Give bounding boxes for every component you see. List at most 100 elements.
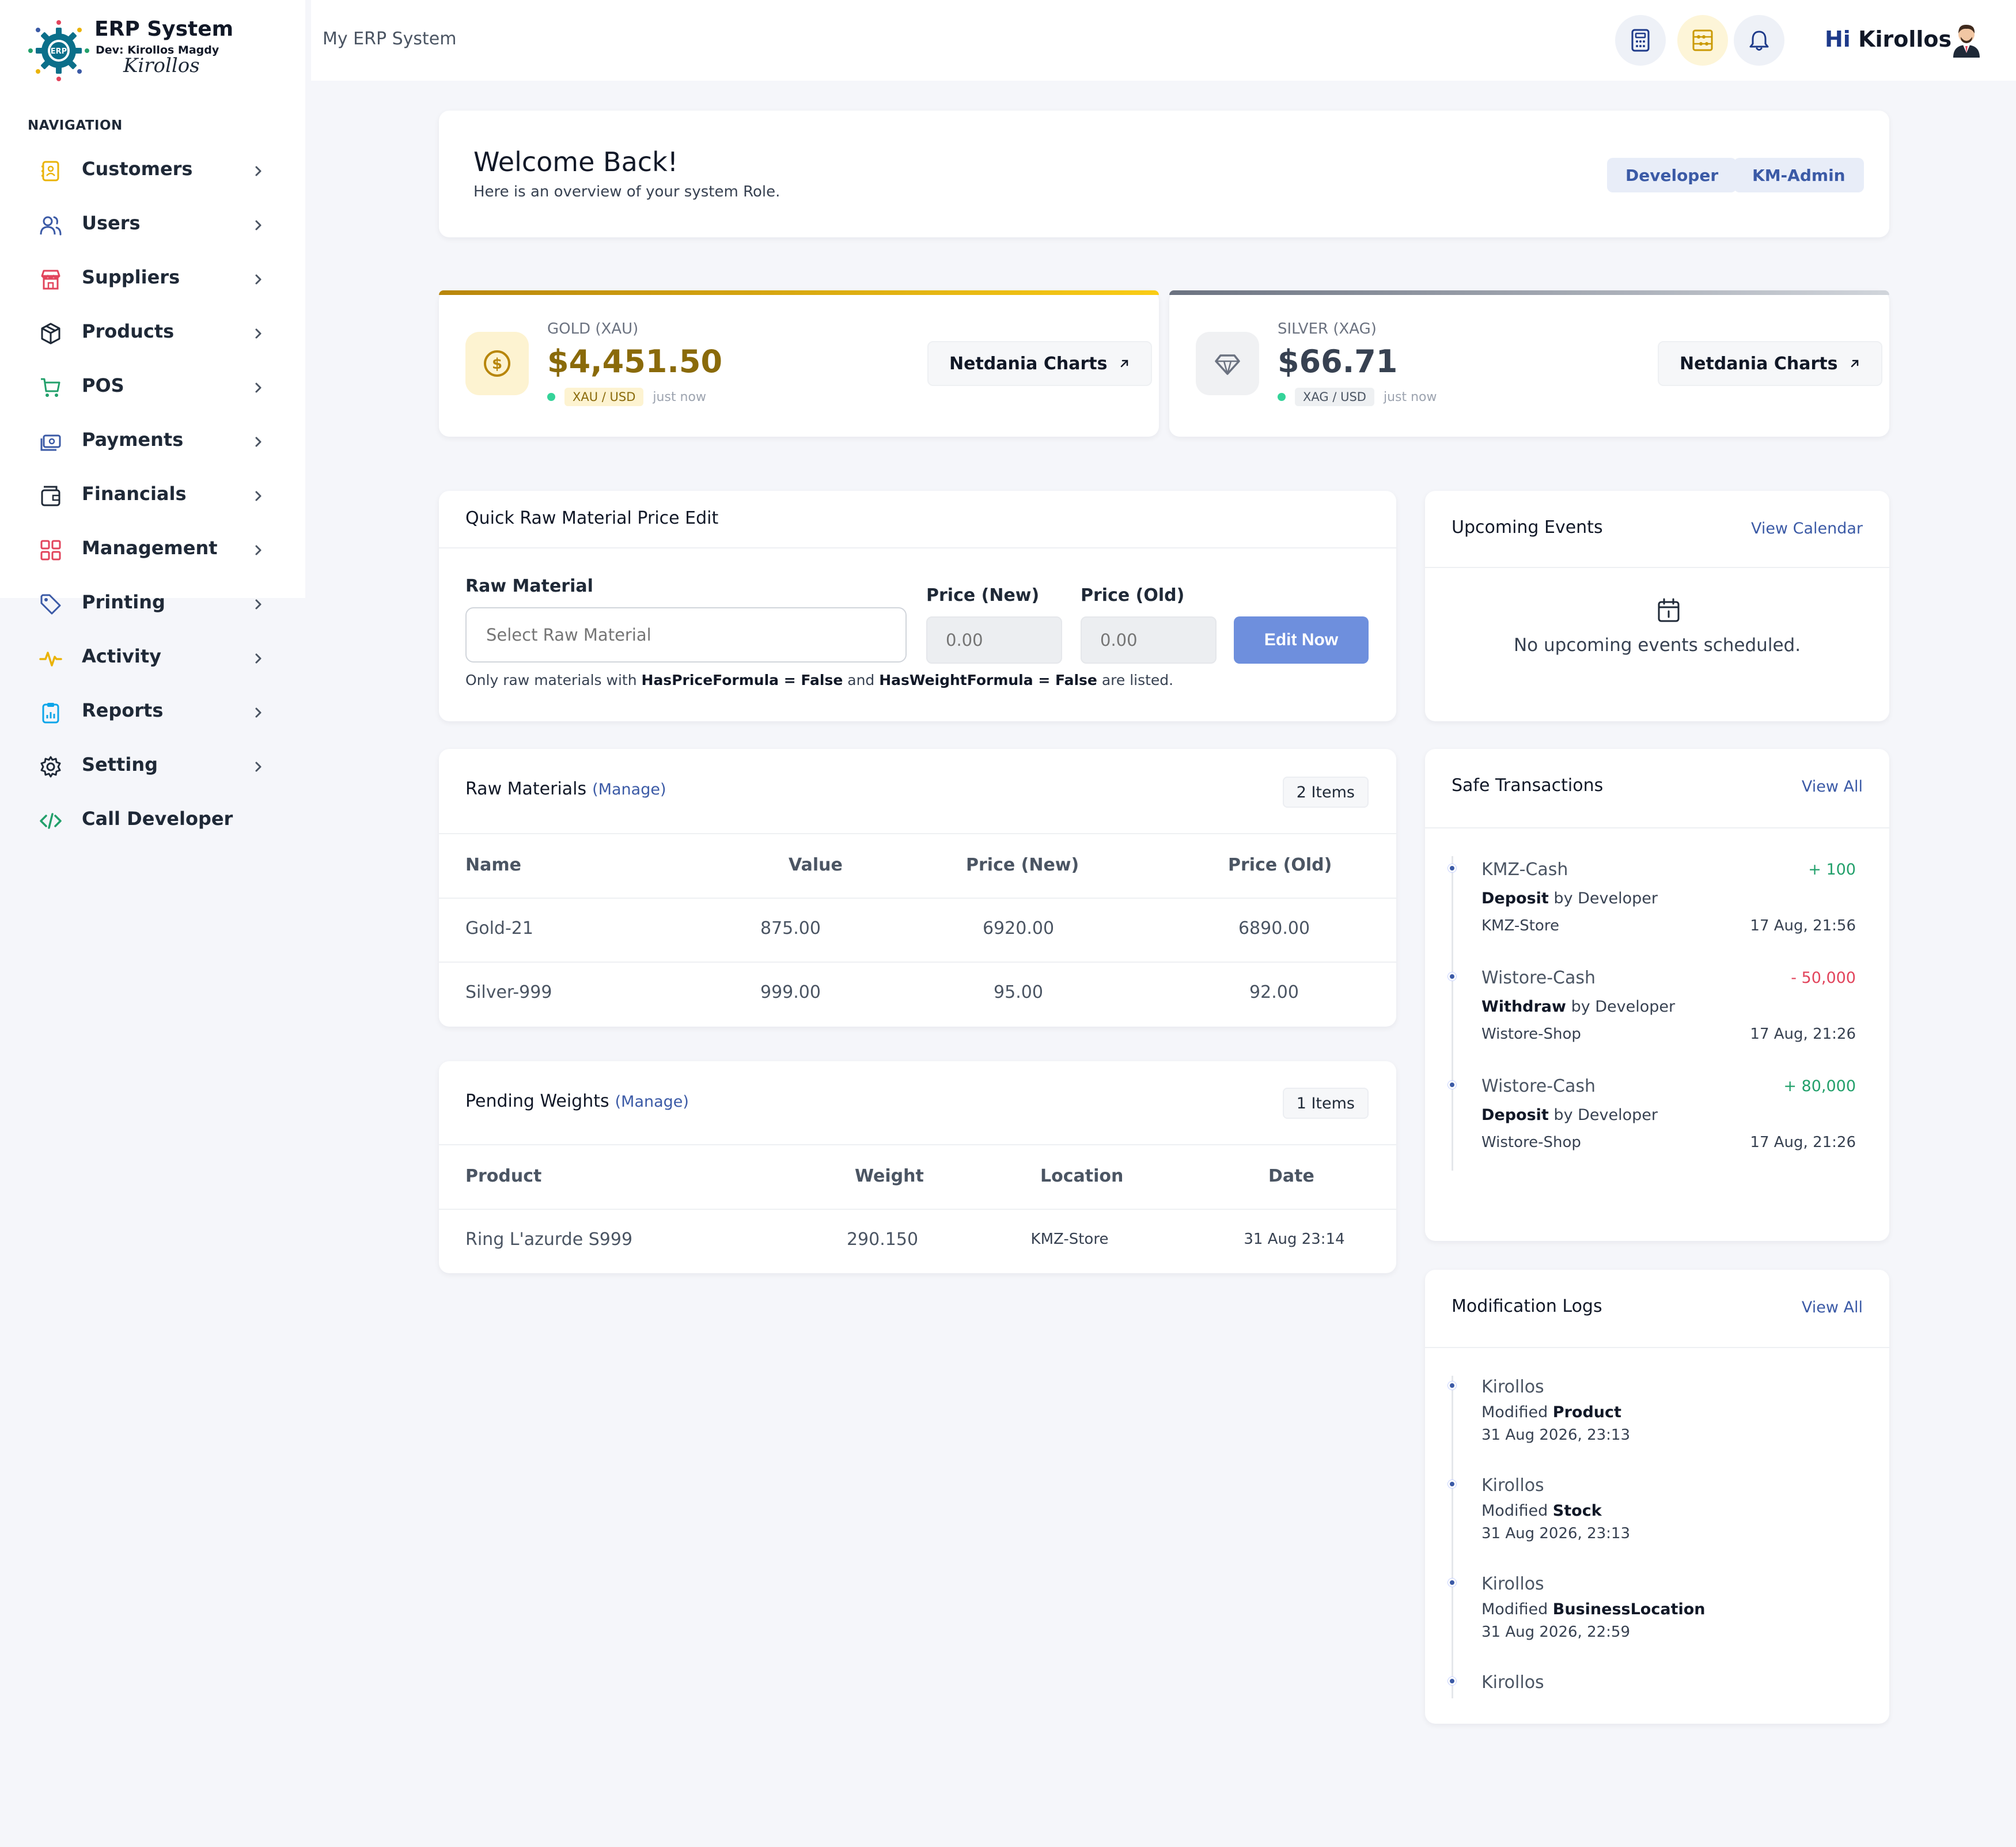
chevron-right-icon [255,545,262,555]
gold-updated: just now [653,389,706,404]
raw-materials-manage-link[interactable]: (Manage) [592,781,666,798]
silver-updated: just now [1383,389,1437,404]
chevron-right-icon [255,707,262,718]
note-text-2: and [843,672,880,688]
calculator-button[interactable] [1615,15,1666,66]
sidebar-item-label: Activity [82,645,161,667]
safe-transactions-view-all[interactable]: View All [1802,778,1863,796]
sidebar-item-label: POS [82,374,124,396]
transaction-action: Deposit by Developer [1481,1106,1658,1124]
transaction-date: 17 Aug, 21:26 [1750,1134,1856,1151]
sidebar-item-financials[interactable]: Financials [0,469,305,523]
raw-material-select[interactable] [465,607,907,663]
sidebar-item-payments[interactable]: Payments [0,415,305,469]
user-avatar[interactable] [1950,21,1983,58]
log-entity: Stock [1552,1502,1602,1520]
sidebar-item-users[interactable]: Users [0,198,305,252]
safe-transactions-title: Safe Transactions [1452,775,1604,796]
raw-materials-header: Raw Materials (Manage) 2 Items [439,749,1396,834]
silver-accent-bar [1169,290,1889,295]
sidebar-item-pos[interactable]: POS [0,361,305,415]
raw-materials-count: 2 Items [1282,777,1369,808]
table-row[interactable]: Gold-21 875.00 6920.00 6890.00 [439,899,1396,963]
sidebar-item-customers[interactable]: Customers [0,144,305,198]
log-action: Modified Stock [1481,1502,1602,1520]
raw-materials-title-text: Raw Materials [465,779,587,799]
cell-value: 875.00 [760,918,821,938]
events-empty-message: No upcoming events scheduled. [1513,635,1801,656]
silver-netdania-charts-button[interactable]: Netdania Charts [1658,341,1883,386]
table-row[interactable]: Silver-999 999.00 95.00 92.00 [439,963,1396,1027]
gold-meta: XAU / USD just now [547,387,706,407]
price-new-input[interactable] [926,616,1062,664]
col-value: Value [789,855,843,875]
sidebar-item-reports[interactable]: Reports [0,686,305,740]
chevron-right-icon [255,653,262,664]
sidebar-item-setting[interactable]: Setting [0,740,305,794]
user-greeting[interactable]: Hi Kirollos [1825,27,1951,52]
log-user: Kirollos [1481,1574,1544,1594]
timeline-dot [1448,1480,1456,1488]
note-bold-1: HasPriceFormula = False [641,672,843,688]
sidebar-item-label: Management [82,537,218,559]
notifications-button[interactable] [1734,15,1784,66]
sidebar-item-management[interactable]: Management [0,523,305,577]
view-calendar-link[interactable]: View Calendar [1751,520,1863,538]
quick-edit-title: Quick Raw Material Price Edit [465,508,719,528]
greeting-hi: Hi [1825,27,1851,52]
bell-icon [1749,31,1769,51]
sidebar-item-label: Products [82,320,175,342]
gold-icon-box: $ [465,332,529,395]
log-user: Kirollos [1481,1475,1544,1496]
gold-netdania-charts-button[interactable]: Netdania Charts [927,341,1153,386]
edit-now-button[interactable]: Edit Now [1234,616,1369,664]
transaction-amount: + 100 [1808,861,1856,879]
abacus-button[interactable] [1677,15,1728,66]
sidebar-item-call-developer[interactable]: Call Developer [0,794,305,848]
col-product: Product [465,1166,542,1186]
timeline-dot [1448,864,1456,872]
gear-icon [40,756,61,778]
log-entity: Product [1552,1403,1621,1421]
transaction-by: by Developer [1566,998,1676,1016]
wallet-icon [41,486,60,506]
log-action-verb: Modified [1481,1502,1553,1520]
cell-location: KMZ-Store [1030,1231,1109,1248]
col-price-new: Price (New) [966,855,1079,875]
sidebar-item-activity[interactable]: Activity [0,631,305,686]
breadcrumb[interactable]: My ERP System [323,29,456,49]
role-badge-km-admin: KM-Admin [1734,158,1864,192]
sidebar: ERP ERP System Dev: Kirollos Magdy Kirol… [0,0,305,830]
cash-icon [40,434,61,451]
price-old-input[interactable] [1081,616,1217,664]
gold-price: $4,451.50 [547,343,723,380]
pending-weights-manage-link[interactable]: (Manage) [615,1093,689,1111]
transaction-safe: Wistore-Cash [1481,968,1596,988]
sidebar-item-printing[interactable]: Printing [0,577,305,631]
safe-transactions-header: Safe Transactions View All [1425,749,1889,828]
sidebar-item-label: Customers [82,158,193,180]
grid-icon [40,540,61,561]
sidebar-item-suppliers[interactable]: Suppliers [0,252,305,306]
table-row[interactable]: Ring L'azurde S999 290.150 KMZ-Store 31 … [439,1210,1396,1273]
modification-logs-view-all[interactable]: View All [1802,1299,1863,1316]
role-badge-developer: Developer [1607,158,1737,192]
col-weight: Weight [855,1166,924,1186]
contacts-icon [41,161,59,181]
cell-name: Silver-999 [465,982,552,1002]
erp-gear-logo-icon: ERP [28,20,89,81]
chevron-right-icon [255,437,262,447]
col-name: Name [465,855,521,875]
pending-weights-title: Pending Weights (Manage) [465,1091,689,1111]
cell-product: Ring L'azurde S999 [465,1229,633,1250]
price-old-label: Price (Old) [1081,585,1185,605]
welcome-card: Welcome Back! Here is an overview of you… [439,111,1889,237]
brand[interactable]: ERP ERP System Dev: Kirollos Magdy Kirol… [28,16,281,85]
col-price-old: Price (Old) [1228,855,1332,875]
gold-pair-badge: XAU / USD [564,388,644,406]
sidebar-item-products[interactable]: Products [0,306,305,361]
quick-price-edit-card: Quick Raw Material Price Edit Raw Materi… [439,491,1396,721]
transaction-type: Deposit [1481,890,1549,907]
silver-meta: XAG / USD just now [1278,387,1437,407]
timeline-dot [1448,972,1456,981]
